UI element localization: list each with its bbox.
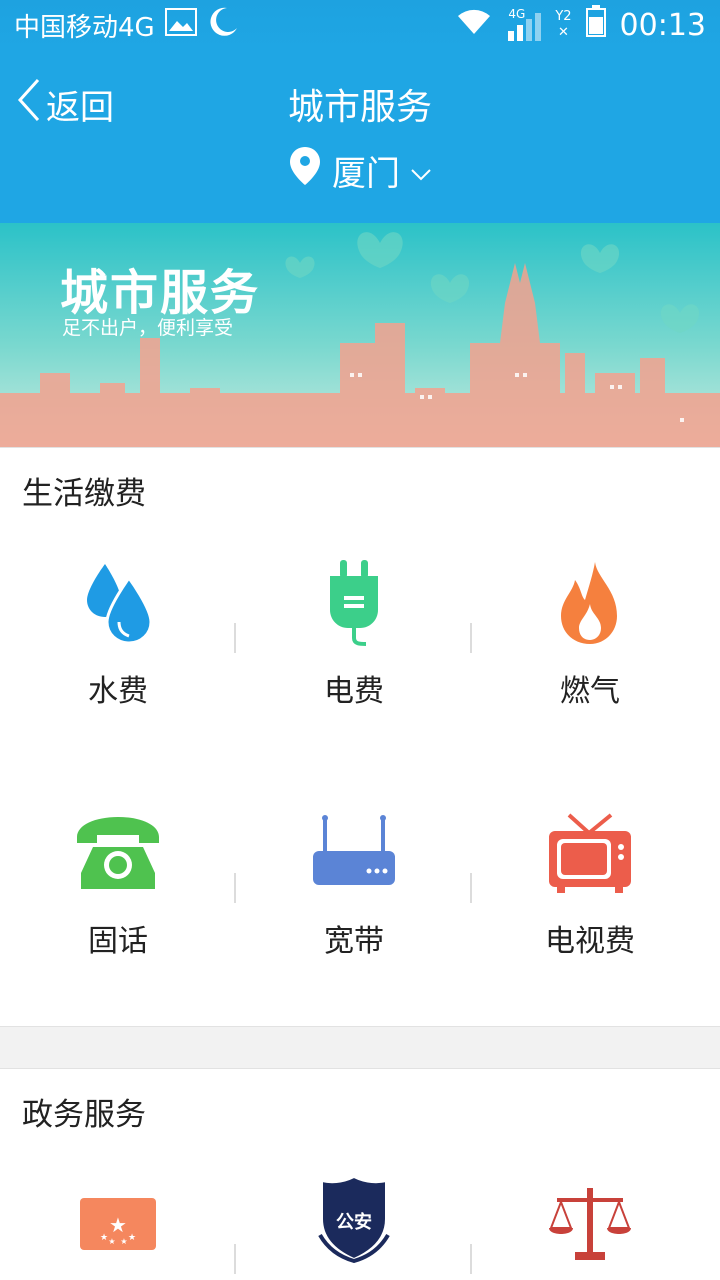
divider: [470, 1244, 472, 1274]
divider: [234, 1244, 236, 1274]
plug-icon: [309, 558, 399, 648]
moon-icon: [207, 6, 239, 45]
flag-icon: ★ ★ ★ ★ ★: [73, 1179, 163, 1269]
city-selector[interactable]: 厦门: [0, 146, 720, 195]
police-badge-icon: 公安: [309, 1175, 399, 1269]
section-title-gov: 政务服务: [22, 1097, 146, 1133]
landline-bill-label: 固话: [88, 924, 148, 959]
tv-icon: [545, 808, 635, 898]
city-label: 厦门: [332, 154, 400, 194]
gov-item-court[interactable]: [472, 1179, 708, 1269]
navigation-bar: 返回 城市服务 厦门: [0, 50, 720, 223]
payment-row-2: 固话 宽带 电视费: [0, 808, 720, 960]
water-drop-icon: [73, 558, 163, 648]
svg-text:★: ★: [109, 1213, 127, 1237]
water-bill-label: 水费: [88, 674, 148, 709]
banner-subtitle: 足不出户，便利享受: [62, 317, 234, 339]
broadband-bill-label: 宽带: [324, 924, 384, 959]
gov-row: ★ ★ ★ ★ ★ 公安: [0, 1175, 720, 1274]
signal-icon: 4G: [508, 7, 542, 41]
electric-bill-label: 电费: [324, 674, 384, 709]
location-pin-icon: [288, 146, 322, 195]
water-bill-item[interactable]: 水费: [0, 558, 236, 710]
gov-item-police[interactable]: 公安: [236, 1175, 472, 1269]
broadband-bill-item[interactable]: 宽带: [236, 808, 472, 960]
scales-icon: [545, 1179, 635, 1269]
divider: [234, 623, 236, 653]
clock: 00:13: [619, 7, 706, 43]
divider: [470, 623, 472, 653]
chevron-down-icon: [410, 151, 432, 191]
tv-bill-item[interactable]: 电视费: [472, 808, 708, 960]
tv-bill-label: 电视费: [545, 924, 635, 959]
svg-text:★: ★: [120, 1237, 127, 1246]
svg-text:★: ★: [108, 1237, 115, 1246]
router-icon: [309, 808, 399, 898]
status-bar: 中国移动4G 4G Y2 ✕ 00:13: [0, 0, 720, 50]
telephone-icon: [73, 808, 163, 898]
gov-item-flag[interactable]: ★ ★ ★ ★ ★: [0, 1179, 236, 1269]
divider: [470, 873, 472, 903]
electric-bill-item[interactable]: 电费: [236, 558, 472, 710]
sim2-icon: Y2 ✕: [555, 9, 572, 40]
gas-bill-item[interactable]: 燃气: [472, 558, 708, 710]
police-badge-label: 公安: [336, 1212, 372, 1233]
image-notification-icon: [164, 7, 197, 43]
svg-text:★: ★: [128, 1233, 136, 1243]
flame-icon: [545, 558, 635, 648]
gas-bill-label: 燃气: [560, 674, 620, 709]
government-service-section: 政务服务 ★ ★ ★ ★ ★ 公安: [0, 1068, 720, 1280]
network-type-label: 4G: [508, 7, 526, 21]
wifi-icon: [454, 6, 494, 44]
carrier-label: 中国移动4G: [14, 12, 155, 43]
life-payment-section: 生活缴费 水费 电费 燃气 固话 宽带 电视费: [0, 447, 720, 1027]
page-title: 城市服务: [287, 87, 432, 128]
section-title-life: 生活缴费: [22, 476, 146, 512]
city-service-banner[interactable]: 城市服务 足不出户，便利享受: [0, 223, 720, 447]
battery-icon: [585, 5, 606, 45]
landline-bill-item[interactable]: 固话: [0, 808, 236, 960]
payment-row-1: 水费 电费 燃气: [0, 558, 720, 710]
svg-text:★: ★: [100, 1233, 108, 1243]
divider: [234, 873, 236, 903]
